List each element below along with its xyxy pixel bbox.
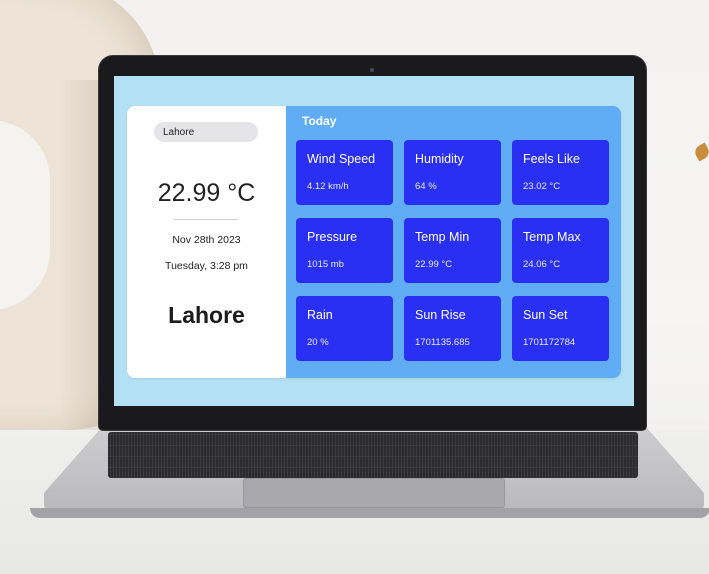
- current-day-time: Tuesday, 3:28 pm: [165, 260, 248, 272]
- card-feels-like[interactable]: Feels Like 23.02 °C: [512, 140, 609, 205]
- laptop-keyboard: [108, 432, 638, 478]
- current-weather-panel: 22.99 °C Nov 28th 2023 Tuesday, 3:28 pm …: [127, 106, 286, 378]
- card-title: Wind Speed: [307, 152, 376, 166]
- card-humidity[interactable]: Humidity 64 %: [404, 140, 501, 205]
- city-name: Lahore: [168, 302, 245, 328]
- decorative-leaf: [692, 142, 709, 162]
- city-search-input[interactable]: [154, 122, 258, 142]
- weather-details-grid: Wind Speed 4.12 km/h Humidity 64 % Feels…: [296, 140, 609, 361]
- card-title: Humidity: [415, 152, 464, 166]
- current-temperature: 22.99 °C: [157, 179, 256, 207]
- webcam-icon: [370, 68, 374, 72]
- card-wind-speed[interactable]: Wind Speed 4.12 km/h: [296, 140, 393, 205]
- card-title: Rain: [307, 308, 333, 322]
- laptop-base-edge: [30, 508, 709, 518]
- card-value: 23.02 °C: [523, 181, 561, 192]
- card-pressure[interactable]: Pressure 1015 mb: [296, 218, 393, 283]
- card-value: 4.12 km/h: [307, 181, 349, 192]
- card-sun-set[interactable]: Sun Set 1701172784: [512, 296, 609, 361]
- card-value: 1701172784: [523, 337, 576, 348]
- divider: [174, 219, 238, 220]
- card-title: Temp Max: [523, 230, 581, 244]
- card-title: Feels Like: [523, 152, 580, 166]
- today-heading: Today: [302, 114, 337, 128]
- laptop-screen: 22.99 °C Nov 28th 2023 Tuesday, 3:28 pm …: [114, 76, 634, 406]
- laptop-trackpad: [243, 478, 505, 508]
- card-temp-min[interactable]: Temp Min 22.99 °C: [404, 218, 501, 283]
- card-value: 24.06 °C: [523, 259, 561, 270]
- card-title: Pressure: [307, 230, 358, 244]
- card-value: 22.99 °C: [415, 259, 453, 270]
- card-value: 20 %: [307, 337, 329, 348]
- weather-app: 22.99 °C Nov 28th 2023 Tuesday, 3:28 pm …: [127, 106, 621, 378]
- card-sun-rise[interactable]: Sun Rise 1701135.685: [404, 296, 501, 361]
- today-panel: Today Wind Speed 4.12 km/h Humidity 64 %…: [286, 106, 621, 378]
- card-rain[interactable]: Rain 20 %: [296, 296, 393, 361]
- card-title: Sun Set: [523, 308, 568, 322]
- card-value: 1701135.685: [415, 337, 470, 348]
- card-temp-max[interactable]: Temp Max 24.06 °C: [512, 218, 609, 283]
- card-title: Temp Min: [415, 230, 470, 244]
- card-title: Sun Rise: [415, 308, 466, 322]
- card-value: 1015 mb: [307, 259, 344, 270]
- current-date: Nov 28th 2023: [172, 234, 241, 246]
- photo-scene: 22.99 °C Nov 28th 2023 Tuesday, 3:28 pm …: [0, 0, 709, 574]
- card-value: 64 %: [415, 181, 437, 192]
